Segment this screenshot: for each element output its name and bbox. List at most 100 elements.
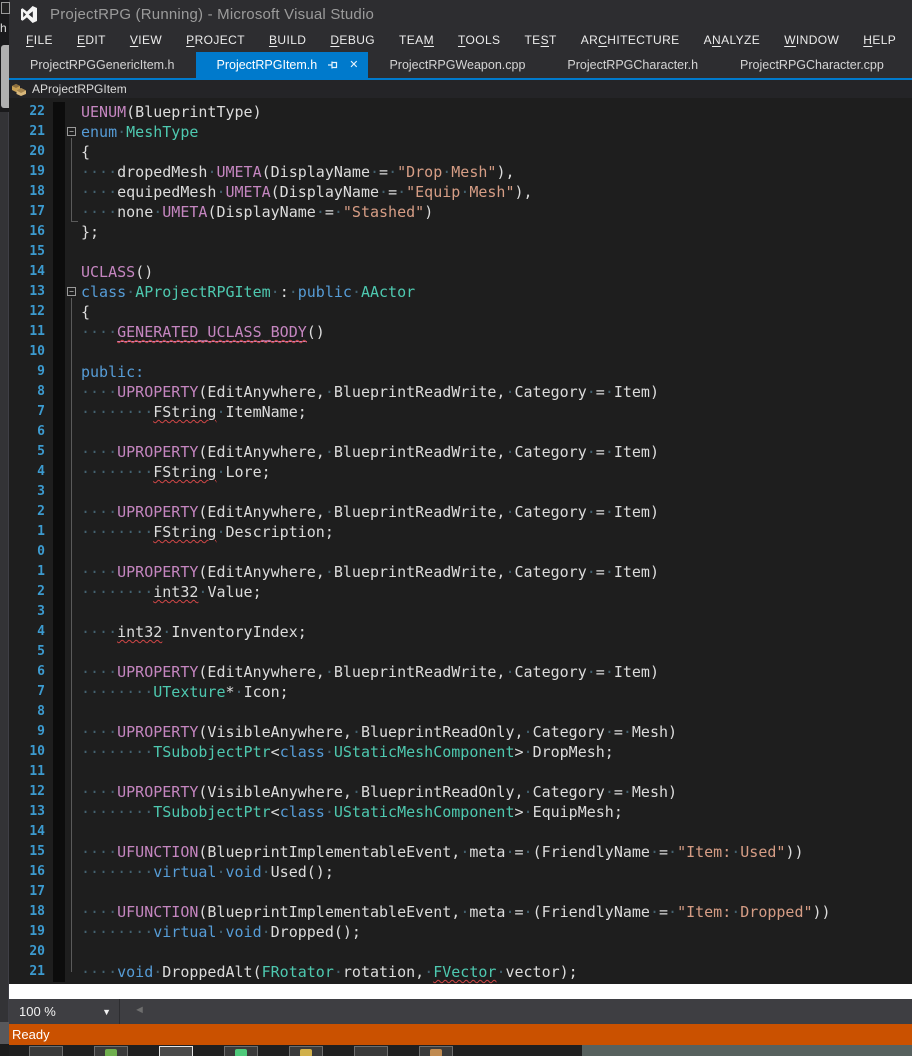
menu-edit[interactable]: EDIT [65, 33, 118, 47]
taskbar-button[interactable] [419, 1046, 453, 1056]
code-line: 18····equipedMesh·UMETA(DisplayName·=·"E… [9, 182, 912, 202]
menu-analyze[interactable]: ANALYZE [692, 33, 773, 47]
breakpoint-margin[interactable] [53, 282, 65, 302]
breakpoint-margin[interactable] [53, 902, 65, 922]
breakpoint-margin[interactable] [53, 922, 65, 942]
line-number: 12 [9, 302, 53, 322]
breakpoint-margin[interactable] [53, 822, 65, 842]
collapse-box-icon[interactable]: − [67, 287, 76, 296]
breakpoint-margin[interactable] [53, 122, 65, 142]
breakpoint-margin[interactable] [53, 562, 65, 582]
code-line: 16········virtual·void·Used(); [9, 862, 912, 882]
code-line: 17 [9, 882, 912, 902]
tab-projectrpgcharacter.h[interactable]: ProjectRPGCharacter.h [546, 52, 719, 78]
menu-team[interactable]: TEAM [387, 33, 446, 47]
code-editor[interactable]: 22UENUM(BlueprintType)21−enum·MeshType20… [9, 98, 912, 984]
breakpoint-margin[interactable] [53, 382, 65, 402]
breakpoint-margin[interactable] [53, 202, 65, 222]
line-number: 11 [9, 762, 53, 782]
collapse-box-icon[interactable]: − [67, 127, 76, 136]
breakpoint-margin[interactable] [53, 242, 65, 262]
taskbar-button[interactable] [29, 1046, 63, 1056]
line-number: 14 [9, 262, 53, 282]
code-text: ····UPROPERTY(EditAnywhere,·BlueprintRea… [81, 382, 659, 402]
breakpoint-margin[interactable] [53, 882, 65, 902]
breakpoint-margin[interactable] [53, 582, 65, 602]
breakpoint-margin[interactable] [53, 942, 65, 962]
breakpoint-margin[interactable] [53, 782, 65, 802]
line-number: 2 [9, 582, 53, 602]
outline-margin [65, 482, 81, 502]
breakpoint-margin[interactable] [53, 262, 65, 282]
breakpoint-margin[interactable] [53, 342, 65, 362]
breakpoint-margin[interactable] [53, 442, 65, 462]
menu-build[interactable]: BUILD [257, 33, 318, 47]
breakpoint-margin[interactable] [53, 142, 65, 162]
breakpoint-margin[interactable] [53, 862, 65, 882]
scope-dropdown[interactable]: AProjectRPGItem [32, 82, 127, 96]
taskbar-button[interactable] [354, 1046, 388, 1056]
breakpoint-margin[interactable] [53, 482, 65, 502]
code-line: 1········FString·Description; [9, 522, 912, 542]
code-text: ········FString·Description; [81, 522, 334, 542]
window-title: ProjectRPG (Running) - Microsoft Visual … [50, 6, 374, 23]
menu-view[interactable]: VIEW [118, 33, 174, 47]
navigation-bar[interactable]: AProjectRPGItem [9, 80, 912, 98]
outline-margin [65, 682, 81, 702]
breakpoint-margin[interactable] [53, 742, 65, 762]
menu-project[interactable]: PROJECT [174, 33, 257, 47]
menu-file[interactable]: FILE [14, 33, 65, 47]
breakpoint-margin[interactable] [53, 802, 65, 822]
breakpoint-margin[interactable] [53, 842, 65, 862]
breakpoint-margin[interactable] [53, 402, 65, 422]
breakpoint-margin[interactable] [53, 642, 65, 662]
breakpoint-margin[interactable] [53, 682, 65, 702]
menu-window[interactable]: WINDOW [772, 33, 851, 47]
breakpoint-margin[interactable] [53, 522, 65, 542]
taskbar-button[interactable] [159, 1046, 193, 1056]
tab-projectrpgitem.h[interactable]: ProjectRPGItem.h✕ [196, 52, 369, 78]
breakpoint-margin[interactable] [53, 962, 65, 982]
breakpoint-margin[interactable] [53, 162, 65, 182]
tab-projectrpg[interactable]: ProjectRPG [905, 52, 912, 78]
line-number: 13 [9, 282, 53, 302]
breakpoint-margin[interactable] [53, 422, 65, 442]
window-left-edge-status [0, 1022, 9, 1044]
menu-tools[interactable]: TOOLS [446, 33, 512, 47]
editor-zoom-select[interactable]: 100 % ▼ [9, 999, 120, 1024]
breakpoint-margin[interactable] [53, 722, 65, 742]
menu-debug[interactable]: DEBUG [318, 33, 387, 47]
taskbar-button[interactable] [224, 1046, 258, 1056]
breakpoint-margin[interactable] [53, 502, 65, 522]
breakpoint-margin[interactable] [53, 662, 65, 682]
pin-icon[interactable] [327, 59, 339, 71]
breakpoint-margin[interactable] [53, 302, 65, 322]
breakpoint-margin[interactable] [53, 702, 65, 722]
tab-projectrpggenericitem.h[interactable]: ProjectRPGGenericItem.h [9, 52, 196, 78]
breakpoint-margin[interactable] [53, 762, 65, 782]
menu-test[interactable]: TEST [512, 33, 568, 47]
accelerator-letter: T [458, 33, 466, 47]
taskbar-button[interactable] [94, 1046, 128, 1056]
taskbar-button[interactable] [289, 1046, 323, 1056]
breakpoint-margin[interactable] [53, 362, 65, 382]
breakpoint-margin[interactable] [53, 542, 65, 562]
breakpoint-margin[interactable] [53, 622, 65, 642]
horizontal-scrollbar[interactable]: ◄ [120, 999, 912, 1024]
menu-help[interactable]: HELP [851, 33, 908, 47]
menu-architecture[interactable]: ARCHITECTURE [569, 33, 692, 47]
breakpoint-margin[interactable] [53, 602, 65, 622]
accelerator-letter: M [424, 33, 434, 47]
breakpoint-margin[interactable] [53, 462, 65, 482]
breakpoint-margin[interactable] [53, 222, 65, 242]
line-number: 4 [9, 622, 53, 642]
close-icon[interactable]: ✕ [349, 60, 358, 71]
breakpoint-margin[interactable] [53, 182, 65, 202]
tab-projectrpgcharacter.cpp[interactable]: ProjectRPGCharacter.cpp [719, 52, 905, 78]
breakpoint-margin[interactable] [53, 322, 65, 342]
visual-studio-logo-icon [20, 6, 38, 23]
tab-projectrpgweapon.cpp[interactable]: ProjectRPGWeapon.cpp [368, 52, 546, 78]
scroll-left-arrow-icon[interactable]: ◄ [134, 1004, 145, 1016]
breakpoint-margin[interactable] [53, 102, 65, 122]
outline-margin [65, 762, 81, 782]
